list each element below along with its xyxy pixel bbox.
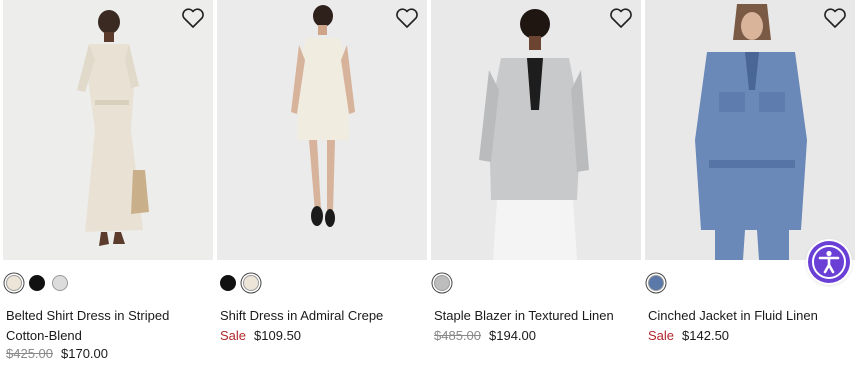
heart-icon[interactable]: [823, 7, 847, 29]
product-name[interactable]: Shift Dress in Admiral Crepe: [220, 306, 420, 326]
sale-label: Sale: [648, 328, 675, 343]
heart-icon[interactable]: [395, 7, 419, 29]
color-swatches: [434, 273, 450, 293]
color-swatch[interactable]: [6, 275, 22, 291]
product-card[interactable]: Cinched Jacket in Fluid Linen Sale $142.5…: [645, 0, 855, 368]
product-image[interactable]: [645, 0, 855, 260]
color-swatches: [648, 273, 664, 293]
product-card[interactable]: Shift Dress in Admiral Crepe Sale $109.50: [217, 0, 427, 368]
original-price: $425.00: [6, 346, 53, 361]
current-price: $142.50: [682, 328, 730, 343]
product-name[interactable]: Staple Blazer in Textured Linen: [434, 306, 634, 326]
product-price: $485.00 $194.00: [434, 327, 536, 345]
product-name[interactable]: Cinched Jacket in Fluid Linen: [648, 306, 848, 326]
color-swatches: [220, 273, 259, 293]
product-card[interactable]: Belted Shirt Dress in Striped Cotton-Ble…: [3, 0, 213, 368]
product-price: Sale $142.50: [648, 327, 729, 345]
product-price: $425.00 $170.00: [6, 345, 108, 363]
product-image[interactable]: [217, 0, 427, 260]
original-price: $485.00: [434, 328, 481, 343]
accessibility-button[interactable]: [808, 241, 850, 283]
color-swatch[interactable]: [29, 275, 45, 291]
color-swatch[interactable]: [434, 275, 450, 291]
product-grid: Belted Shirt Dress in Striped Cotton-Ble…: [0, 0, 858, 368]
color-swatch[interactable]: [220, 275, 236, 291]
sale-label: Sale: [220, 328, 247, 343]
product-image[interactable]: [431, 0, 641, 260]
accessibility-icon: [812, 245, 846, 279]
product-price: Sale $109.50: [220, 327, 301, 345]
product-name[interactable]: Belted Shirt Dress in Striped Cotton-Ble…: [6, 306, 206, 345]
product-card[interactable]: Staple Blazer in Textured Linen $485.00 $…: [431, 0, 641, 368]
color-swatch[interactable]: [648, 275, 664, 291]
color-swatches: [6, 273, 68, 293]
current-price: $170.00: [61, 346, 108, 361]
product-image[interactable]: [3, 0, 213, 260]
heart-icon[interactable]: [609, 7, 633, 29]
current-price: $194.00: [489, 328, 536, 343]
color-swatch[interactable]: [52, 275, 68, 291]
heart-icon[interactable]: [181, 7, 205, 29]
current-price: $109.50: [254, 328, 302, 343]
color-swatch[interactable]: [243, 275, 259, 291]
